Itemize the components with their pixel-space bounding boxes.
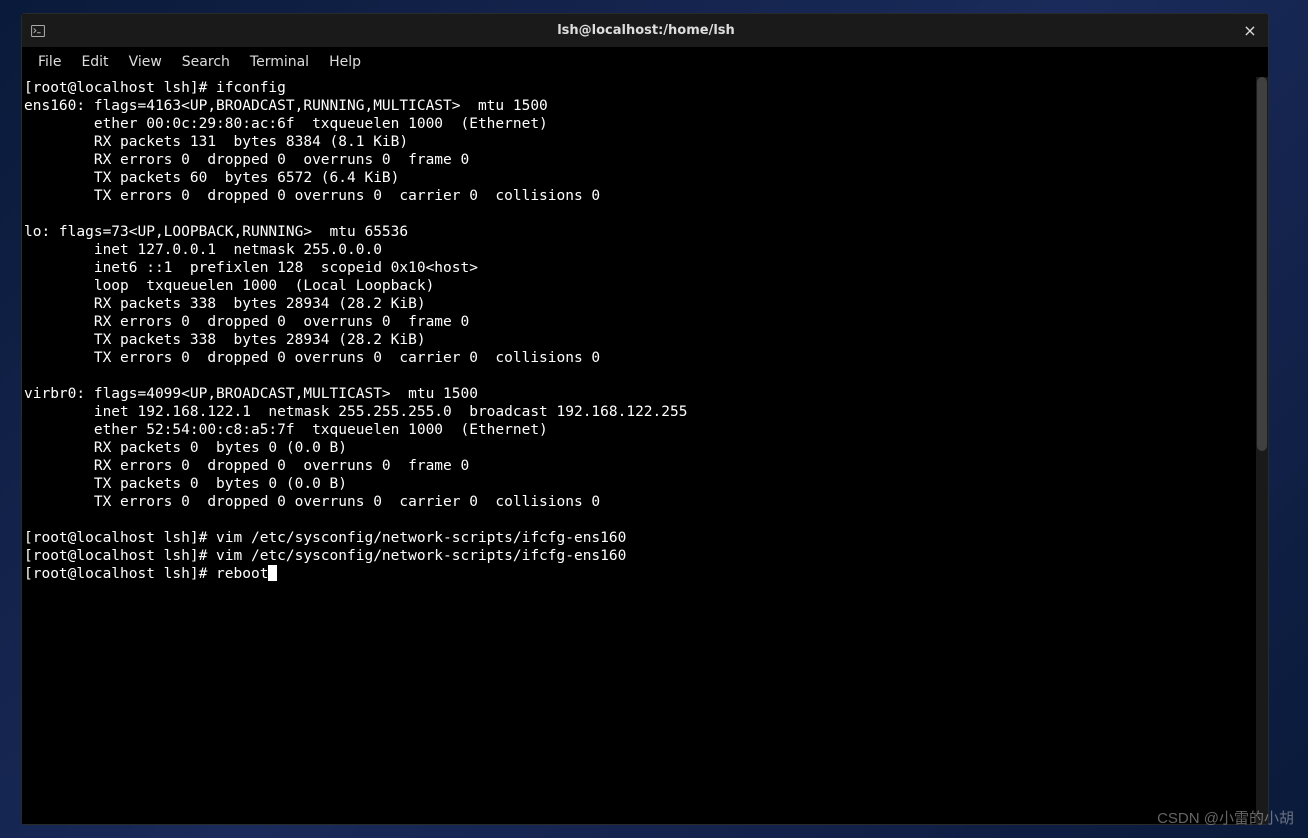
terminal-body[interactable]: [root@localhost lsh]# ifconfigens160: fl… [22, 77, 1268, 824]
menu-terminal[interactable]: Terminal [240, 50, 319, 74]
menu-edit[interactable]: Edit [71, 50, 118, 74]
terminal-icon [30, 23, 46, 39]
cursor [268, 565, 277, 581]
close-button[interactable]: × [1240, 21, 1260, 41]
terminal-content[interactable]: [root@localhost lsh]# ifconfigens160: fl… [24, 79, 1268, 583]
menu-view[interactable]: View [119, 50, 172, 74]
titlebar[interactable]: lsh@localhost:/home/lsh × [22, 14, 1268, 47]
scrollbar-thumb[interactable] [1257, 77, 1267, 451]
scrollbar[interactable] [1256, 77, 1268, 824]
watermark: CSDN @小雷的小胡 [1157, 807, 1294, 828]
terminal-window: lsh@localhost:/home/lsh × File Edit View… [21, 13, 1269, 825]
menubar: File Edit View Search Terminal Help [22, 47, 1268, 77]
window-title: lsh@localhost:/home/lsh [52, 23, 1240, 38]
menu-search[interactable]: Search [172, 50, 240, 74]
menu-file[interactable]: File [28, 50, 71, 74]
menu-help[interactable]: Help [319, 50, 371, 74]
